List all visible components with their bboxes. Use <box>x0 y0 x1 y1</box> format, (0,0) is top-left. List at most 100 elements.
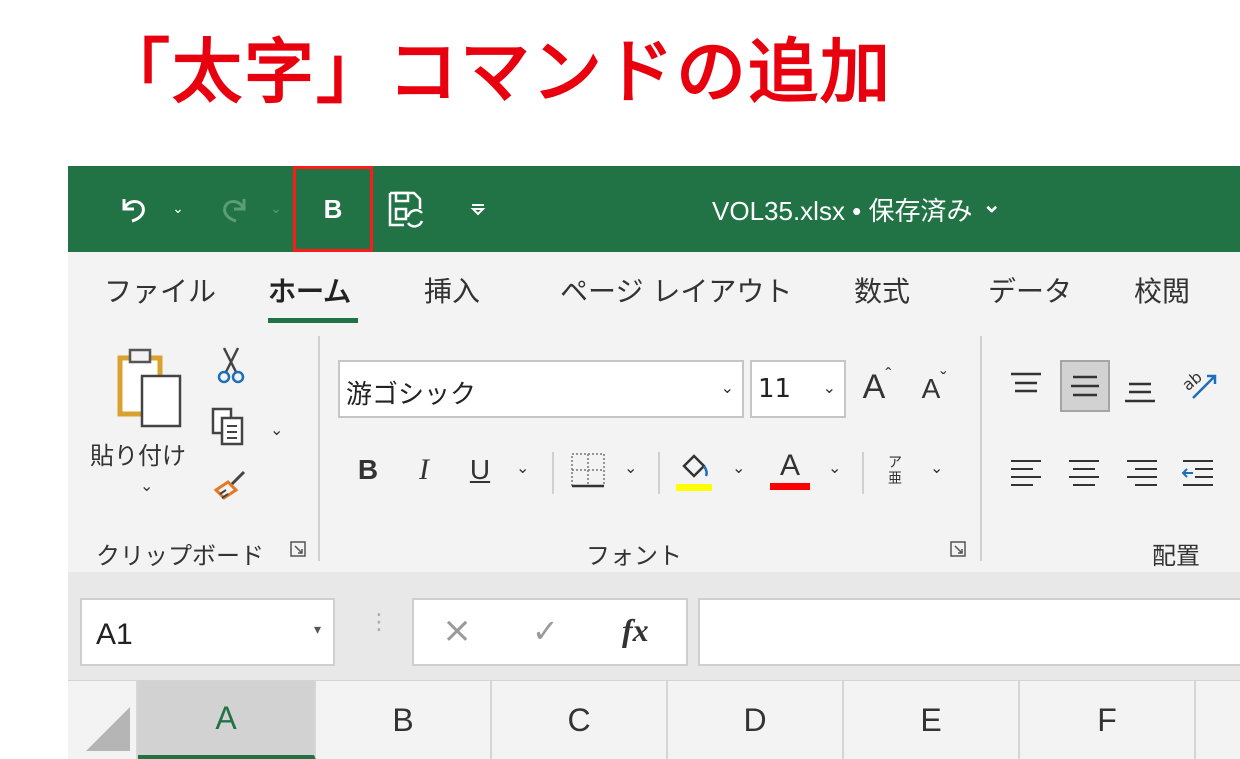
chevron-down-icon: ⌄ <box>982 192 1001 217</box>
qat-bold-button[interactable]: B <box>293 166 373 252</box>
caret-down-icon: ˇ <box>940 368 947 389</box>
align-left-icon <box>1011 460 1041 486</box>
tab-formulas[interactable]: 数式 <box>854 270 910 310</box>
autosave-button[interactable] <box>384 166 428 252</box>
phonetic-dropdown-icon[interactable]: ⌄ <box>930 458 943 477</box>
customize-dropdown-icon <box>470 204 486 216</box>
column-header-d[interactable]: D <box>668 681 844 759</box>
clipboard-icon <box>117 348 182 428</box>
formula-bar-area: A1 ▾ ⋮ × ✓ fx <box>68 572 1240 680</box>
redo-button[interactable] <box>214 166 254 252</box>
align-middle-button[interactable] <box>1060 360 1110 412</box>
underline-button[interactable]: U <box>464 446 496 494</box>
insert-function-icon[interactable]: fx <box>622 612 649 649</box>
name-box[interactable]: A1 ▾ <box>80 598 335 666</box>
column-header-b[interactable]: B <box>316 681 492 759</box>
font-color-dropdown-icon[interactable]: ⌄ <box>828 458 841 477</box>
orientation-button[interactable]: ab <box>1176 362 1226 406</box>
column-header-c[interactable]: C <box>492 681 668 759</box>
redo-dropdown-icon[interactable]: ⌄ <box>266 166 286 252</box>
file-name-text: VOL35.xlsx • 保存済み <box>712 195 973 226</box>
customize-qat-button[interactable] <box>466 166 490 252</box>
copy-icon <box>211 407 244 446</box>
scissors-icon <box>217 347 245 384</box>
mini-separator <box>658 452 660 494</box>
decrease-indent-icon <box>1181 460 1213 486</box>
align-center-button[interactable] <box>1064 452 1104 492</box>
mini-separator <box>862 452 864 494</box>
font-size-value: 11 <box>758 374 792 404</box>
font-name-combo[interactable]: 游ゴシック ⌄ <box>338 360 744 418</box>
fill-color-button[interactable] <box>672 446 716 494</box>
underline-dropdown-icon[interactable]: ⌄ <box>516 458 529 477</box>
tab-insert[interactable]: 挿入 <box>424 270 480 310</box>
font-color-button[interactable]: A <box>768 444 812 494</box>
copy-dropdown-icon[interactable]: ⌄ <box>270 420 283 439</box>
decrease-indent-button[interactable] <box>1178 452 1218 492</box>
format-painter-button[interactable] <box>210 464 250 508</box>
caret-up-icon: ˆ <box>885 364 892 385</box>
align-top-icon <box>1011 372 1041 393</box>
paste-dropdown-icon[interactable]: ⌄ <box>140 476 153 495</box>
tab-review[interactable]: 校閲 <box>1134 270 1190 310</box>
name-box-value: A1 <box>96 618 133 651</box>
paintbrush-icon <box>213 470 246 500</box>
file-name[interactable]: VOL35.xlsx • 保存済み ⌄ <box>712 166 1001 252</box>
borders-dropdown-icon[interactable]: ⌄ <box>624 458 637 477</box>
align-bottom-icon <box>1125 382 1155 403</box>
formula-bar-grip-icon[interactable]: ⋮ <box>368 610 390 635</box>
cancel-icon[interactable]: × <box>442 610 472 651</box>
group-separator <box>318 336 320 561</box>
undo-button[interactable] <box>114 166 154 252</box>
paste-label[interactable]: 貼り付け <box>90 436 186 471</box>
font-group-label: フォント <box>586 542 682 570</box>
bold-button[interactable]: B <box>352 446 384 494</box>
shrink-font-button[interactable]: Aˇ <box>912 366 956 412</box>
clipboard-group-label: クリップボード <box>96 542 264 570</box>
paint-bucket-icon <box>676 454 712 491</box>
tab-data[interactable]: データ <box>988 270 1072 310</box>
font-color-letter: A <box>779 448 800 482</box>
mini-separator <box>552 452 554 494</box>
alignment-group-label: 配置 <box>1152 542 1200 570</box>
tab-file[interactable]: ファイル <box>104 270 216 310</box>
align-left-button[interactable] <box>1006 452 1046 492</box>
undo-icon <box>122 199 145 223</box>
formula-input[interactable] <box>698 598 1240 666</box>
save-sync-icon <box>388 191 424 228</box>
ribbon-tabs: ファイル ホーム 挿入 ページ レイアウト 数式 データ 校閲 <box>68 252 1240 327</box>
phonetic-button[interactable]: ア 亜 <box>878 446 912 496</box>
align-top-button[interactable] <box>1006 364 1046 408</box>
name-box-dropdown-icon[interactable]: ▾ <box>314 622 321 638</box>
phonetic-top: ア <box>888 455 902 471</box>
cut-button[interactable] <box>214 344 248 388</box>
select-all-button[interactable] <box>68 681 138 759</box>
fill-dropdown-icon[interactable]: ⌄ <box>732 458 745 477</box>
align-bottom-button[interactable] <box>1120 366 1160 410</box>
copy-button[interactable] <box>208 404 248 448</box>
align-right-button[interactable] <box>1122 452 1162 492</box>
bold-button-label: B <box>323 193 343 224</box>
column-header-e[interactable]: E <box>844 681 1020 759</box>
formula-buttons: × ✓ fx <box>412 598 688 666</box>
paste-button[interactable] <box>110 344 190 434</box>
font-color-swatch <box>770 482 810 490</box>
page-heading: 「太字」コマンドの追加 <box>100 31 892 113</box>
chevron-down-icon[interactable]: ⌄ <box>721 378 734 397</box>
align-right-icon <box>1127 460 1157 486</box>
orientation-icon: ab <box>1179 367 1217 399</box>
italic-button[interactable]: I <box>408 446 440 494</box>
enter-icon[interactable]: ✓ <box>532 612 559 650</box>
font-launcher-icon[interactable] <box>950 541 966 557</box>
tab-page-layout[interactable]: ページ レイアウト <box>560 270 792 310</box>
borders-button[interactable] <box>566 448 610 492</box>
column-header-f[interactable]: F <box>1020 681 1196 759</box>
borders-icon <box>571 453 605 488</box>
clipboard-launcher-icon[interactable] <box>290 541 306 557</box>
font-size-combo[interactable]: 11 ⌄ <box>750 360 846 418</box>
tab-home[interactable]: ホーム <box>268 270 351 310</box>
chevron-down-icon[interactable]: ⌄ <box>823 378 836 397</box>
grow-font-button[interactable]: Aˆ <box>854 362 900 412</box>
column-header-a[interactable]: A <box>138 681 316 759</box>
undo-dropdown-icon[interactable]: ⌄ <box>168 166 188 252</box>
